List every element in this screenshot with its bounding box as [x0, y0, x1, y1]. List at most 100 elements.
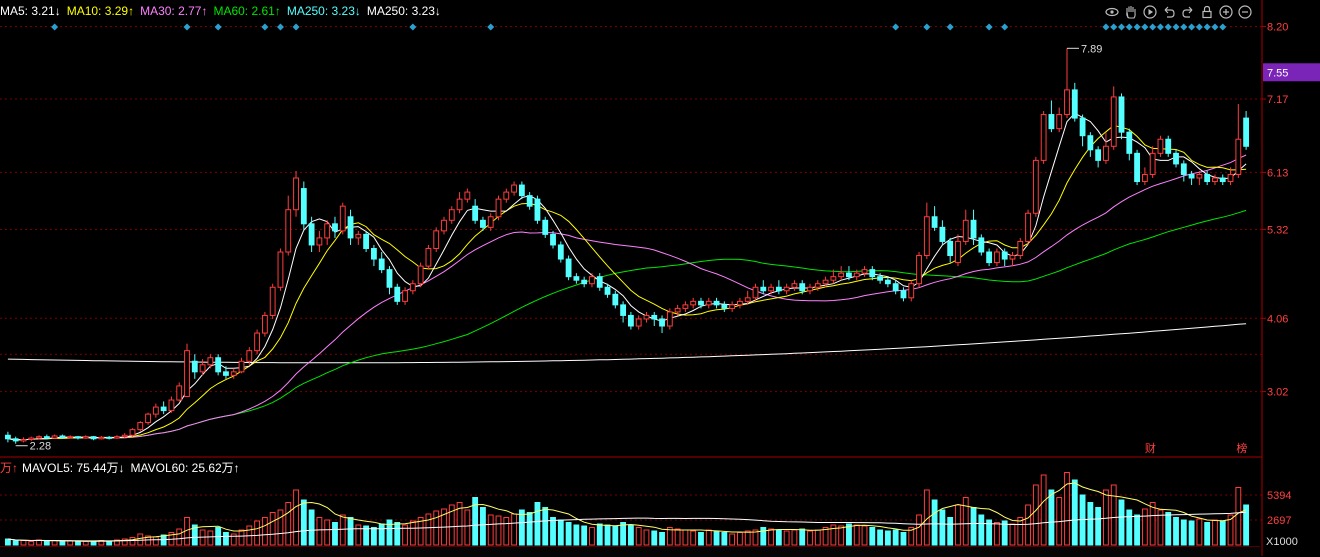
- candle: [1056, 107, 1063, 133]
- candle: [285, 195, 292, 256]
- candle-body: [1087, 135, 1094, 151]
- candle: [176, 382, 183, 402]
- candle: [324, 220, 331, 245]
- play-icon[interactable]: [1142, 4, 1158, 20]
- candle-body: [1025, 212, 1031, 242]
- candle: [339, 202, 346, 235]
- candle-body: [121, 434, 128, 438]
- redo-icon[interactable]: [1180, 4, 1196, 20]
- volume-bar: [67, 540, 74, 546]
- volume-bar: [1048, 489, 1055, 546]
- volume-bar: [620, 522, 627, 546]
- candle-body: [589, 276, 595, 285]
- ma250-line: [7, 323, 1247, 364]
- candle-body: [612, 293, 619, 306]
- volume-bar: [947, 517, 954, 546]
- candle: [1118, 93, 1125, 140]
- candle-body: [666, 311, 673, 327]
- candle-body: [168, 399, 175, 412]
- candle: [955, 234, 961, 267]
- candle-body: [1048, 114, 1055, 130]
- candle-body: [1212, 177, 1218, 183]
- volume-bar: [916, 514, 922, 546]
- candle-body: [129, 429, 136, 436]
- signal-diamond-icon: [1180, 23, 1188, 31]
- candle-body: [28, 437, 35, 440]
- candle-body: [1071, 89, 1078, 119]
- candle-body: [1243, 117, 1250, 147]
- candle: [978, 234, 985, 256]
- volume-bar: [737, 532, 743, 546]
- volume-bar: [75, 541, 81, 546]
- zoom-in-icon[interactable]: [1218, 4, 1234, 20]
- candle: [557, 241, 564, 263]
- candle-body: [75, 436, 81, 439]
- volume-bar: [43, 540, 50, 546]
- candle-body: [269, 286, 276, 316]
- legend-ma10: MA10: 3.29↑: [66, 4, 135, 18]
- signal-diamond-icon: [1164, 23, 1172, 31]
- candle-body: [1126, 131, 1133, 154]
- candle: [503, 188, 510, 203]
- candle-body: [425, 247, 432, 267]
- undo-icon[interactable]: [1161, 4, 1177, 20]
- volume-layer: [4, 472, 1250, 546]
- hand-icon[interactable]: [1123, 4, 1139, 20]
- zoom-out-icon[interactable]: [1237, 4, 1253, 20]
- candle: [1219, 174, 1226, 186]
- candle-body: [417, 265, 424, 285]
- candle-body: [744, 297, 751, 302]
- candle: [472, 199, 479, 224]
- candle: [635, 315, 642, 330]
- volume-bar: [612, 525, 619, 546]
- candle: [518, 181, 525, 200]
- candle: [441, 216, 447, 235]
- signal-diamond-icon: [261, 23, 269, 31]
- candle: [495, 195, 502, 221]
- candle: [916, 252, 922, 288]
- candle-body: [51, 435, 58, 439]
- candle-body: [114, 436, 120, 439]
- eye-icon[interactable]: [1104, 4, 1120, 20]
- candle-body: [1188, 173, 1195, 179]
- volume-bar: [978, 514, 985, 546]
- signal-diamond-icon: [985, 23, 993, 31]
- candle-body: [550, 233, 556, 246]
- candle: [1157, 135, 1164, 157]
- candle: [261, 311, 268, 337]
- signal-diamond-icon: [409, 23, 417, 31]
- signal-diamond-icon: [214, 23, 222, 31]
- candle-body: [1165, 138, 1172, 154]
- candle: [145, 412, 151, 425]
- candle-body: [674, 307, 681, 313]
- volume-bar: [518, 509, 525, 546]
- candle: [1079, 114, 1086, 147]
- volume-bar: [643, 529, 650, 546]
- volume-bar: [993, 522, 1000, 546]
- volume-bar: [698, 532, 704, 546]
- candle-body: [799, 283, 806, 292]
- volume-bar: [495, 515, 502, 546]
- candle-body: [191, 360, 198, 373]
- candle: [12, 436, 19, 444]
- signal-diamond-icon: [1133, 23, 1141, 31]
- candle-body: [1017, 240, 1024, 257]
- candle-body: [59, 435, 66, 438]
- candle: [596, 273, 603, 291]
- candle-body: [511, 184, 517, 193]
- volume-bar: [900, 532, 907, 546]
- candle: [347, 209, 354, 245]
- volume-bar: [635, 527, 642, 546]
- volume-bar: [1204, 522, 1211, 546]
- candle-body: [822, 279, 829, 285]
- candle: [760, 280, 767, 295]
- volume-bar: [783, 530, 790, 546]
- candle: [1165, 135, 1172, 157]
- candle: [534, 195, 541, 224]
- candle-body: [729, 304, 736, 309]
- volume-bar: [1103, 489, 1109, 546]
- lock-icon[interactable]: [1199, 4, 1215, 20]
- candle-body: [472, 205, 479, 221]
- candle: [269, 283, 276, 319]
- price-tick-label: 8.20: [1267, 21, 1288, 33]
